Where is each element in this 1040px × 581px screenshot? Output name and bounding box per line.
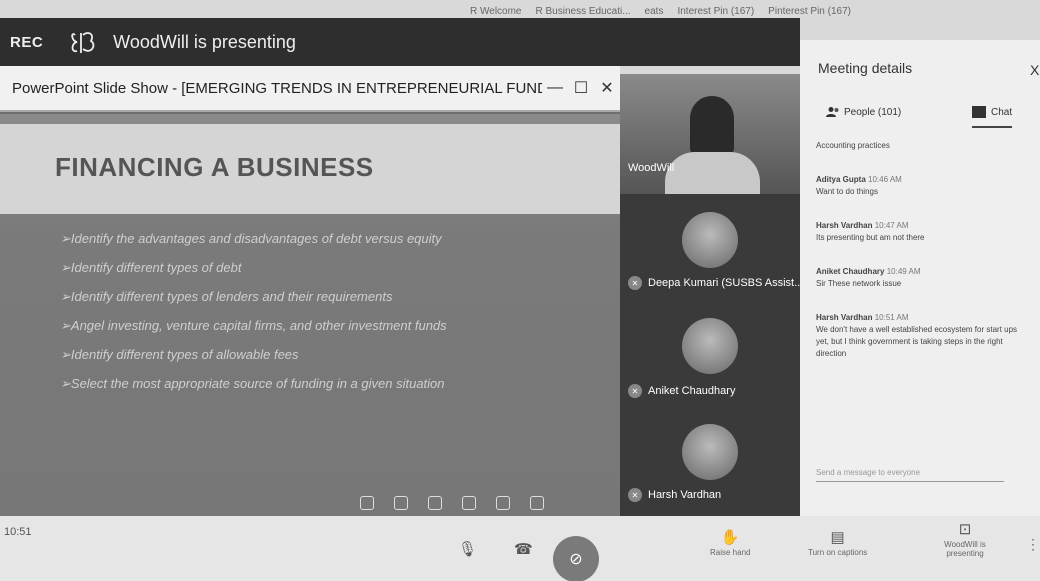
camera-off-icon: ⊘	[569, 551, 583, 568]
slide-bullets: ➢Identify the advantages and disadvantag…	[60, 224, 447, 398]
chat-messages: Accounting practices Aditya Gupta 10:46 …	[816, 140, 1026, 382]
tab-chat[interactable]: Chat	[972, 106, 1013, 128]
meeting-details-panel: Meeting details X People (101) Chat Acco…	[800, 40, 1040, 520]
avatar	[682, 212, 738, 268]
slideshow-title: PowerPoint Slide Show - [EMERGING TRENDS…	[12, 79, 542, 97]
presenter-logo-icon	[71, 32, 95, 53]
chat-input[interactable]: Send a message to everyone	[816, 468, 1004, 482]
mic-button[interactable]: 🎙	[458, 540, 477, 560]
participant-tile[interactable]: ✕ Deepa Kumari (SUSBS Assist...	[620, 198, 803, 298]
chat-message: Aniket Chaudhary 10:49 AM Sir These netw…	[816, 267, 921, 288]
avatar	[682, 424, 738, 480]
pen-icon[interactable]	[428, 496, 442, 510]
video-feed-body	[665, 152, 760, 194]
slides-grid-icon[interactable]	[462, 496, 476, 510]
more-vert-icon: ⋮	[1026, 536, 1040, 552]
slideshow-window: PowerPoint Slide Show - [EMERGING TRENDS…	[0, 66, 620, 516]
chat-message: Harsh Vardhan 10:47 AM Its presenting bu…	[816, 221, 925, 242]
chat-message: Aditya Gupta 10:46 AM Want to do things	[816, 175, 902, 196]
present-icon: ⊡	[958, 521, 972, 538]
participant-tile[interactable]: WoodWill	[620, 74, 800, 194]
next-slide-icon[interactable]	[394, 496, 408, 510]
bookmark[interactable]: Interest Pin (167)	[677, 6, 754, 17]
camera-off-button[interactable]: ⊘	[553, 536, 599, 581]
maximize-button[interactable]: ☐	[568, 78, 594, 98]
slide-bullet: ➢Identify different types of debt	[60, 260, 242, 275]
slideshow-toolbar	[360, 496, 544, 510]
slideshow-titlebar: PowerPoint Slide Show - [EMERGING TRENDS…	[0, 66, 620, 112]
raise-hand-button[interactable]: ✋ Raise hand	[710, 528, 750, 557]
mic-off-icon: ✕	[628, 488, 642, 502]
slide-content: FINANCING A BUSINESS ➢Identify the advan…	[0, 114, 620, 516]
presenting-label: WoodWill is presenting	[113, 31, 296, 52]
call-controls-bar: 10:51 🎙 ☎ ⊘ ✋ Raise hand ▤ Turn on capti…	[0, 516, 1040, 581]
more-options-icon[interactable]	[530, 496, 544, 510]
captions-icon: ▤	[830, 529, 845, 546]
slide-bullet: ➢Select the most appropriate source of f…	[60, 376, 445, 391]
bookmark[interactable]: eats	[645, 6, 664, 17]
captions-button[interactable]: ▤ Turn on captions	[808, 528, 867, 557]
participants-strip: WoodWill ✕ Deepa Kumari (SUSBS Assist...…	[620, 74, 803, 516]
hangup-button[interactable]: ☎	[514, 540, 533, 560]
phone-icon: ☎	[514, 541, 533, 558]
rec-indicator: REC	[10, 33, 44, 51]
slide-bullet: ➢Angel investing, venture capital firms,…	[60, 318, 447, 333]
prev-slide-icon[interactable]	[360, 496, 374, 510]
bookmark[interactable]: R Welcome	[470, 6, 522, 17]
slide-bullet: ➢Identify different types of allowable f…	[60, 347, 299, 362]
mic-off-icon: ✕	[628, 276, 642, 290]
participant-name: ✕ Deepa Kumari (SUSBS Assist...	[628, 276, 803, 290]
participant-tile[interactable]: ✕ Harsh Vardhan	[620, 420, 800, 516]
bookmark[interactable]: Pinterest Pin (167)	[768, 6, 851, 17]
chat-message: Harsh Vardhan 10:51 AM We don't have a w…	[816, 313, 1018, 358]
participant-name: WoodWill	[628, 162, 675, 174]
hand-icon: ✋	[720, 529, 740, 546]
more-options-button[interactable]: ⋮	[1026, 536, 1040, 553]
tab-people[interactable]: People (101)	[826, 106, 901, 118]
zoom-icon[interactable]	[496, 496, 510, 510]
chat-message: Accounting practices	[816, 141, 890, 150]
presenting-bar: REC WoodWill is presenting	[0, 18, 800, 66]
chat-icon	[972, 106, 986, 118]
participant-tile[interactable]: ✕ Aniket Chaudhary	[620, 308, 800, 408]
close-window-button[interactable]: ✕	[594, 78, 620, 98]
participant-name: ✕ Aniket Chaudhary	[628, 384, 735, 398]
video-feed	[690, 96, 734, 156]
slide-heading: FINANCING A BUSINESS	[55, 152, 374, 182]
meeting-time: 10:51	[4, 526, 32, 538]
minimize-button[interactable]: —	[542, 79, 568, 97]
slide-bullet: ➢Identify the advantages and disadvantag…	[60, 231, 442, 246]
slide-bullet: ➢Identify different types of lenders and…	[60, 289, 393, 304]
mic-icon: 🎙	[458, 541, 478, 558]
avatar	[682, 318, 738, 374]
mic-off-icon: ✕	[628, 384, 642, 398]
people-icon	[826, 107, 839, 117]
panel-title: Meeting details	[818, 60, 913, 76]
presenting-button[interactable]: ⊡ WoodWill is presenting	[930, 520, 1000, 558]
participant-name: ✕ Harsh Vardhan	[628, 488, 721, 502]
close-panel-button[interactable]: X	[1030, 62, 1039, 78]
bookmark[interactable]: R Business Educati...	[536, 6, 631, 17]
panel-tabs: People (101) Chat	[800, 106, 1040, 134]
